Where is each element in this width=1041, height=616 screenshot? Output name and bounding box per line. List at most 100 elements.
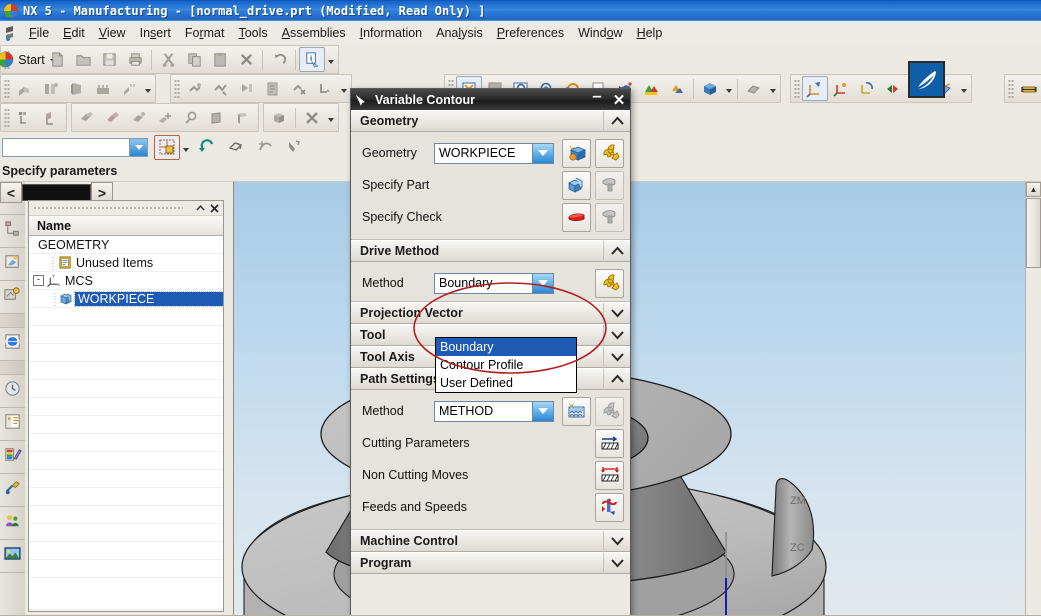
face-select-button[interactable] <box>223 135 249 160</box>
close-tool-button[interactable] <box>299 105 325 130</box>
wcs-dynamic-button[interactable] <box>802 76 828 101</box>
tree-expander-mcs[interactable]: - <box>33 275 44 286</box>
edit-drive-method-button[interactable] <box>595 268 624 298</box>
tool-path-button[interactable] <box>126 105 152 130</box>
delete-toolpath-button[interactable] <box>286 76 312 101</box>
delete-button[interactable] <box>233 47 259 72</box>
menu-item-insert[interactable]: Insert <box>133 24 178 42</box>
chevron-up-icon[interactable] <box>603 368 630 390</box>
measure-distance-button[interactable] <box>1016 76 1041 101</box>
print-button[interactable] <box>122 47 148 72</box>
shaded-cube-button[interactable] <box>697 76 723 101</box>
resource-item-assembly-navigator[interactable] <box>0 215 25 248</box>
menu-item-file[interactable]: File <box>22 24 56 42</box>
wcs-rotate-button[interactable] <box>854 76 880 101</box>
undo-button[interactable] <box>266 47 292 72</box>
menu-item-view[interactable]: View <box>92 24 133 42</box>
face-button[interactable] <box>204 105 230 130</box>
snap-dropdown-arrow-icon[interactable] <box>180 136 191 159</box>
open-file-button[interactable] <box>70 47 96 72</box>
chevron-down-icon[interactable] <box>603 552 630 574</box>
toolbar-grip-icon[interactable] <box>174 79 180 98</box>
menu-item-information[interactable]: Information <box>353 24 430 42</box>
new-file-button[interactable] <box>44 47 70 72</box>
variable-contour-dialog[interactable]: Variable Contour – ✕ Geometry Geometry W… <box>350 87 631 616</box>
block-dropdown-arrow-icon[interactable] <box>325 106 336 129</box>
resource-item-reuse-library[interactable] <box>0 281 25 314</box>
start-menu-button[interactable]: Start <box>0 47 56 72</box>
group-header-machine-control[interactable]: Machine Control <box>351 530 630 552</box>
resource-item-part-navigator[interactable] <box>0 248 25 281</box>
chevron-down-icon[interactable] <box>603 324 630 346</box>
menu-item-help[interactable]: Help <box>630 24 670 42</box>
dropdown-option-contour-profile[interactable]: Contour Profile <box>436 356 576 374</box>
replay-toolpath-button[interactable] <box>234 76 260 101</box>
add-point-button[interactable] <box>152 105 178 130</box>
new-method-button[interactable] <box>562 396 591 426</box>
navigator-grip[interactable] <box>29 201 223 216</box>
machine-tool-button[interactable] <box>12 105 38 130</box>
group-header-drive-method[interactable]: Drive Method <box>351 240 630 262</box>
wcs-dropdown-arrow-icon[interactable] <box>958 77 969 100</box>
cut-button[interactable] <box>155 47 181 72</box>
chevron-down-icon[interactable] <box>532 143 553 163</box>
display-dropdown-arrow-icon[interactable] <box>767 77 778 100</box>
tree-row-geometry[interactable]: GEOMETRY <box>29 236 223 254</box>
point-rule-button[interactable] <box>281 135 307 160</box>
dropdown-option-user-defined[interactable]: User Defined <box>436 374 576 392</box>
toolbar-grip-icon[interactable] <box>794 79 800 98</box>
create-dropdown-arrow-icon[interactable] <box>142 77 153 100</box>
edge-shading-button[interactable] <box>664 76 690 101</box>
menu-item-preferences[interactable]: Preferences <box>490 24 571 42</box>
select-part-button[interactable] <box>562 170 591 200</box>
drive-method-dropdown-list[interactable]: Boundary Contour Profile User Defined <box>435 337 577 393</box>
body-button[interactable] <box>230 105 256 130</box>
create-tool-button[interactable] <box>64 76 90 101</box>
list-toolpath-button[interactable] <box>260 76 286 101</box>
edit-geometry-button[interactable] <box>595 138 624 168</box>
dropdown-option-boundary[interactable]: Boundary <box>436 338 576 356</box>
nx-swoosh-logo-icon[interactable] <box>908 61 945 98</box>
menu-item-format[interactable]: Format <box>178 24 232 42</box>
dialog-close-button[interactable]: ✕ <box>608 90 630 109</box>
resource-item-web-browser[interactable] <box>0 408 25 441</box>
graphics-vertical-scrollbar[interactable]: ▲ <box>1025 182 1041 616</box>
drive-method-combo[interactable]: Boundary <box>434 272 554 294</box>
shop-doc-button[interactable] <box>74 105 100 130</box>
edit-method-button[interactable] <box>595 396 624 426</box>
chevron-down-icon[interactable] <box>603 530 630 552</box>
shaded-dropdown-arrow-icon[interactable] <box>723 77 734 100</box>
menu-item-window[interactable]: Window <box>571 24 629 42</box>
dialog-title-bar[interactable]: Variable Contour – ✕ <box>351 87 630 110</box>
toolbar-grip-icon[interactable] <box>4 79 10 98</box>
resource-item-history[interactable] <box>0 375 25 408</box>
info-dropdown-arrow-icon[interactable] <box>325 48 336 71</box>
resource-item-system-scene[interactable] <box>0 540 25 573</box>
close-icon[interactable] <box>208 202 220 214</box>
wcs-orient-button[interactable] <box>880 76 906 101</box>
chevron-down-icon[interactable] <box>603 302 630 324</box>
resource-item-palette[interactable] <box>0 441 25 474</box>
chevron-down-icon[interactable] <box>532 273 553 293</box>
group-header-program[interactable]: Program <box>351 552 630 574</box>
collapse-icon[interactable] <box>194 202 206 214</box>
curve-rule-button[interactable] <box>252 135 278 160</box>
resource-item-process-studio[interactable] <box>0 474 25 507</box>
chevron-down-icon[interactable] <box>603 346 630 368</box>
menu-item-assemblies[interactable]: Assemblies <box>275 24 353 42</box>
geometry-combo[interactable]: WORKPIECE <box>434 142 554 164</box>
tree-row-workpiece[interactable]: WORKPIECE <box>29 290 223 308</box>
paste-button[interactable] <box>207 47 233 72</box>
scrollbar-thumb[interactable] <box>1026 198 1041 268</box>
create-program-button[interactable] <box>38 76 64 101</box>
cutting-parameters-button[interactable] <box>595 428 624 458</box>
tree-row-mcs[interactable]: - Yx MCS <box>29 272 223 290</box>
select-check-button[interactable] <box>562 202 591 232</box>
chevron-down-icon[interactable] <box>532 401 553 421</box>
save-button[interactable] <box>96 47 122 72</box>
chevron-up-icon[interactable] <box>603 110 630 132</box>
feeds-speeds-button[interactable] <box>595 492 624 522</box>
scroll-track[interactable] <box>22 184 91 201</box>
non-cutting-moves-button[interactable] <box>595 460 624 490</box>
toolbar-grip-icon[interactable] <box>1008 79 1014 98</box>
